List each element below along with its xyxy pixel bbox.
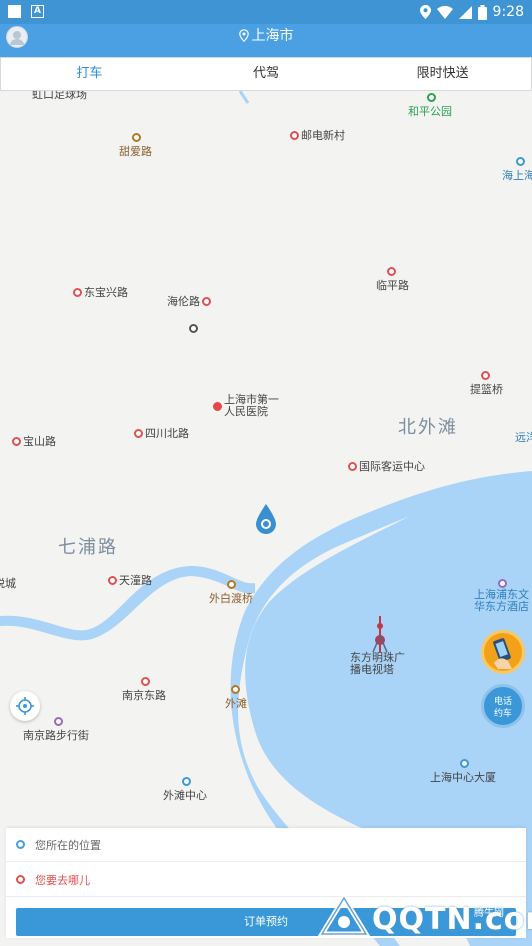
app-notification-icon: A bbox=[31, 5, 44, 18]
poi-linping-road[interactable]: 临平路 bbox=[376, 267, 409, 293]
app-header: 上海市 bbox=[0, 24, 532, 58]
city-name: 上海市 bbox=[251, 28, 294, 44]
locate-me-button[interactable] bbox=[10, 691, 40, 721]
city-selector[interactable]: 上海市 bbox=[0, 24, 532, 46]
marker-icon bbox=[189, 324, 198, 333]
battery-icon bbox=[477, 4, 487, 20]
poi-waibaidu-bridge[interactable]: 外白渡桥 bbox=[209, 580, 253, 606]
metro-icon bbox=[290, 131, 299, 140]
poi-tianai-road[interactable]: 甜爱路 bbox=[119, 133, 152, 159]
signal-icon bbox=[458, 5, 472, 19]
metro-icon bbox=[134, 429, 143, 438]
metro-icon bbox=[141, 677, 150, 686]
park-icon bbox=[427, 93, 436, 102]
tab-designated-driver[interactable]: 代驾 bbox=[178, 58, 355, 90]
poi-pudong-hotel[interactable]: 上海浦东文华东方酒店 bbox=[474, 579, 532, 613]
building-icon bbox=[516, 157, 525, 166]
landmark-icon bbox=[227, 580, 236, 589]
status-icons: 9:28 bbox=[419, 3, 524, 21]
poi-heping-park[interactable]: 和平公园 bbox=[408, 93, 452, 119]
poi-youdian-village[interactable]: 邮电新村 bbox=[290, 127, 345, 143]
poi-nanjing-east-road[interactable]: 南京东路 bbox=[122, 677, 166, 703]
poi-yuecheng[interactable]: 悦城 bbox=[0, 575, 16, 591]
poi-sichuan-north-road[interactable]: 四川北路 bbox=[134, 425, 189, 441]
area-label-beiwaitan: 北外滩 bbox=[398, 417, 458, 438]
shopping-icon bbox=[54, 717, 63, 726]
tv-tower-icon bbox=[372, 616, 388, 652]
destination-dot-icon bbox=[16, 875, 25, 884]
poi-the-bund[interactable]: 外滩 bbox=[225, 685, 247, 711]
call-taxi-button[interactable]: 电话约车 bbox=[481, 684, 525, 728]
area-label-qipu-road: 七浦路 bbox=[58, 537, 118, 558]
hotel-icon bbox=[498, 579, 507, 588]
metro-icon bbox=[73, 288, 82, 297]
watermark: 腾牛网 QQTN.com bbox=[316, 892, 532, 944]
poi-small-marker[interactable] bbox=[189, 322, 200, 335]
metro-icon bbox=[481, 371, 490, 380]
location-pin-icon bbox=[238, 28, 249, 42]
from-field[interactable]: 您所在的位置 bbox=[6, 828, 526, 862]
watermark-brand: QQTN.com bbox=[372, 902, 532, 937]
poi-shanghai-right[interactable]: 海上海 bbox=[502, 157, 532, 183]
building-icon bbox=[460, 759, 469, 768]
watermark-logo-icon bbox=[318, 894, 370, 937]
poi-oriental-pearl[interactable]: 东方明珠广播电视塔 bbox=[350, 616, 414, 676]
crosshair-icon bbox=[16, 697, 34, 715]
metro-icon bbox=[108, 576, 117, 585]
promo-badge[interactable] bbox=[481, 630, 525, 674]
wifi-icon bbox=[436, 5, 453, 19]
status-bar: A 9:28 bbox=[0, 0, 532, 24]
to-placeholder: 您要去哪儿 bbox=[35, 873, 90, 887]
poi-shanghai-center[interactable]: 上海中心大厦 bbox=[430, 759, 496, 785]
metro-icon bbox=[12, 437, 21, 446]
hospital-icon bbox=[213, 402, 222, 411]
poi-hongkou-stadium[interactable]: 虹口足球场 bbox=[32, 91, 87, 102]
tab-express-delivery[interactable]: 限时快送 bbox=[354, 58, 531, 90]
poi-first-hospital[interactable]: 上海市第一人民医院 bbox=[213, 394, 284, 418]
tab-taxi[interactable]: 打车 bbox=[1, 58, 178, 90]
landmark-icon bbox=[231, 685, 240, 694]
service-tabs: 打车 代驾 限时快送 bbox=[0, 57, 532, 91]
poi-tiantong-road[interactable]: 天潼路 bbox=[108, 572, 152, 588]
clock: 9:28 bbox=[492, 4, 524, 20]
poi-dongbaoxing-road[interactable]: 东宝兴路 bbox=[73, 284, 128, 300]
poi-baoshan-road[interactable]: 宝山路 bbox=[12, 433, 56, 449]
poi-yuanyang[interactable]: 远洋 bbox=[515, 429, 532, 445]
location-icon bbox=[419, 5, 431, 19]
map-view[interactable]: 北外滩 七浦路 虹口足球场 和平公园 甜爱路 邮电新村 海上海 东宝兴路 海伦路… bbox=[0, 91, 532, 946]
phone-hand-icon bbox=[493, 638, 512, 669]
origin-dot-icon bbox=[16, 840, 25, 849]
building-icon bbox=[182, 777, 191, 786]
current-location-marker bbox=[256, 504, 276, 534]
poi-international-cruise-center[interactable]: 国际客运中心 bbox=[348, 458, 425, 474]
poi-tilanqiao[interactable]: 提篮桥 bbox=[470, 371, 503, 397]
metro-icon bbox=[387, 267, 396, 276]
notification-icon bbox=[8, 5, 21, 18]
metro-icon bbox=[348, 462, 357, 471]
metro-icon bbox=[202, 297, 211, 306]
from-placeholder: 您所在的位置 bbox=[35, 838, 101, 852]
landmark-icon bbox=[132, 133, 141, 142]
poi-bund-center[interactable]: 外滩中心 bbox=[163, 777, 207, 803]
poi-hailun-road[interactable]: 海伦路 bbox=[167, 293, 213, 309]
